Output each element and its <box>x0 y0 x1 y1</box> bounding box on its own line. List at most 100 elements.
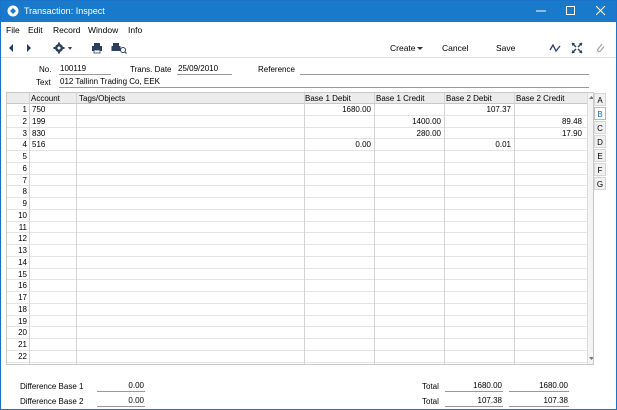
row-number: 21 <box>18 340 27 349</box>
row-number: 13 <box>18 246 27 255</box>
row-number: 11 <box>18 222 27 232</box>
row-number: 1 <box>22 105 27 114</box>
toolbar: Create Cancel Save <box>1 38 616 58</box>
tab-f[interactable]: F <box>594 163 606 176</box>
cell-account[interactable]: 199 <box>32 117 45 126</box>
number-label: No. <box>39 65 52 74</box>
table-row[interactable]: 13 <box>7 245 587 257</box>
table-row[interactable]: 7 <box>7 175 587 187</box>
row-number: 14 <box>18 257 27 267</box>
cell-b1c[interactable]: 280.00 <box>417 129 441 138</box>
number-field[interactable]: 100119 <box>59 64 111 75</box>
table-row[interactable]: 19 <box>7 316 587 328</box>
create-dropdown-icon[interactable] <box>416 41 424 55</box>
menu-info[interactable]: Info <box>128 25 142 35</box>
maximize-button[interactable] <box>556 1 586 22</box>
total-base1-label: Total <box>422 382 439 391</box>
cell-b2d[interactable]: 0.01 <box>495 140 511 149</box>
expand-icon[interactable] <box>571 41 583 55</box>
text-label: Text <box>36 78 51 87</box>
tab-b[interactable]: B <box>594 107 606 120</box>
grid-divider <box>374 93 375 364</box>
row-number: 8 <box>22 187 27 197</box>
cell-account[interactable]: 750 <box>32 105 45 114</box>
table-row[interactable]: 22 <box>7 351 587 363</box>
grid-divider <box>304 93 305 364</box>
table-row[interactable]: 3 830 280.00 17.90 <box>7 128 587 140</box>
print-preview-icon[interactable] <box>111 41 127 55</box>
table-row[interactable]: 5 <box>7 151 587 163</box>
row-number: 6 <box>22 163 27 173</box>
maximize-icon <box>566 6 575 15</box>
tab-g[interactable]: G <box>594 177 606 190</box>
row-number: 5 <box>22 152 27 161</box>
cell-account[interactable]: 516 <box>32 140 45 149</box>
cell-b1d[interactable]: 1680.00 <box>342 105 371 114</box>
operations-menu-icon[interactable] <box>53 41 75 55</box>
column-tags: Tags/Objects <box>79 94 126 103</box>
row-number: 12 <box>18 234 27 244</box>
menu-edit[interactable]: Edit <box>28 25 43 35</box>
print-icon[interactable] <box>91 41 103 55</box>
minimize-button[interactable] <box>526 1 556 22</box>
column-base2-credit: Base 2 Credit <box>516 94 565 103</box>
tab-a[interactable]: A <box>594 93 606 106</box>
scroll-down-icon[interactable] <box>588 355 594 362</box>
table-row[interactable]: 21 <box>7 339 587 351</box>
table-row[interactable]: 18 <box>7 304 587 316</box>
save-button[interactable]: Save <box>496 43 515 53</box>
create-button[interactable]: Create <box>390 43 416 53</box>
cell-b2c[interactable]: 89.48 <box>562 117 582 126</box>
table-row[interactable]: 14 <box>7 257 587 269</box>
cell-b2c[interactable]: 17.90 <box>562 129 582 138</box>
trans-date-field[interactable]: 25/09/2010 <box>177 64 232 75</box>
table-row[interactable]: 2 199 1400.00 89.48 <box>7 116 587 128</box>
row-number: 9 <box>22 199 27 208</box>
text-field[interactable]: 012 Tallinn Trading Co, EEK <box>59 77 589 88</box>
table-row[interactable]: 4 516 0.00 0.01 <box>7 139 587 152</box>
previous-record-icon[interactable] <box>7 41 15 55</box>
total-base2-debit: 107.38 <box>445 396 503 407</box>
difference-base1-label: Difference Base 1 <box>20 382 84 391</box>
table-row[interactable]: 1 750 1680.00 107.37 <box>7 104 587 116</box>
row-number: 15 <box>18 269 27 279</box>
next-record-icon[interactable] <box>25 41 33 55</box>
trans-date-label: Trans. Date <box>130 65 172 74</box>
table-row[interactable]: 15 <box>7 269 587 281</box>
close-button[interactable] <box>586 1 616 22</box>
menu-record[interactable]: Record <box>53 25 80 35</box>
difference-base2-value: 0.00 <box>97 396 145 407</box>
table-row[interactable]: 10 <box>7 210 587 222</box>
table-row[interactable]: 12 <box>7 233 587 246</box>
app-icon <box>7 5 19 17</box>
total-base1-debit: 1680.00 <box>445 381 503 392</box>
title-bar[interactable]: Transaction: Inspect <box>1 1 616 22</box>
cell-b2d[interactable]: 107.37 <box>487 105 511 114</box>
reference-field[interactable] <box>300 64 589 75</box>
grid-divider <box>444 93 445 364</box>
menu-window[interactable]: Window <box>88 25 118 35</box>
table-row[interactable]: 9 <box>7 198 587 210</box>
tab-d[interactable]: D <box>594 135 606 148</box>
table-row[interactable]: 6 <box>7 163 587 175</box>
cell-account[interactable]: 830 <box>32 129 45 138</box>
menu-file[interactable]: File <box>6 25 20 35</box>
total-base1-credit: 1680.00 <box>509 381 569 392</box>
table-row[interactable]: 11 <box>7 222 587 234</box>
tab-c[interactable]: C <box>594 121 606 134</box>
table-row[interactable]: 17 <box>7 292 587 304</box>
difference-base1-value: 0.00 <box>97 381 145 392</box>
table-row[interactable]: 8 <box>7 186 587 199</box>
table-row[interactable]: 16 <box>7 280 587 293</box>
tab-e[interactable]: E <box>594 149 606 162</box>
row-number: 16 <box>18 281 27 291</box>
cancel-button[interactable]: Cancel <box>442 43 468 53</box>
column-base1-credit: Base 1 Credit <box>376 94 425 103</box>
difference-base2-label: Difference Base 2 <box>20 397 84 406</box>
table-row[interactable]: 20 <box>7 327 587 340</box>
attachment-icon[interactable] <box>595 41 605 55</box>
cell-b1d[interactable]: 0.00 <box>355 140 371 149</box>
vertical-scrollbar[interactable] <box>587 93 594 364</box>
cell-b1c[interactable]: 1400.00 <box>412 117 441 126</box>
activity-icon[interactable] <box>549 41 561 55</box>
